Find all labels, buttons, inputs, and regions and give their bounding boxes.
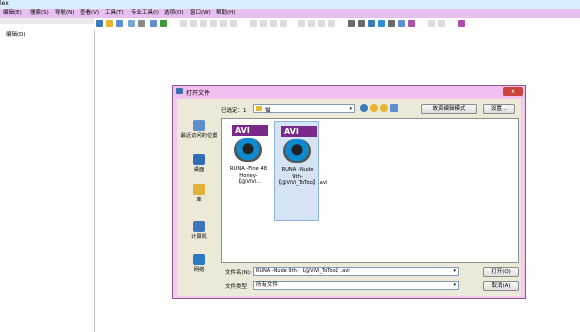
delete-icon[interactable] [230, 20, 237, 27]
filetype-value: 所有文件 [256, 282, 279, 288]
chevron-down-icon: ▾ [453, 282, 456, 288]
filename-value: RUNA -Nude 9th- 【@ViVi_ToToo】.avi [256, 268, 350, 274]
video-file-icon [283, 139, 311, 163]
place-label: 桌面 [193, 167, 205, 173]
help-icon[interactable] [428, 20, 435, 27]
menu-search[interactable]: 搜索(S) [30, 10, 49, 17]
place-label: 库 [196, 197, 202, 203]
dialog-body: 已选定：1 猫 ▾ 故资编辑模式 设置... 最近访问的位置 桌面 库 计算机 … [177, 99, 521, 296]
place-network[interactable]: 网络 [178, 254, 220, 273]
file-name: RUNA -Nude 9th- 【@ViVi_ToToo】.avi [276, 167, 328, 186]
save-icon[interactable] [116, 20, 123, 27]
menu-edit[interactable]: 编辑(E) [3, 10, 22, 17]
left-panel: 编辑(D) [0, 18, 95, 332]
redo-icon[interactable] [190, 20, 197, 27]
column-icon[interactable] [328, 20, 335, 27]
look-in-value: 猫 [265, 108, 271, 114]
desktop-icon [193, 154, 205, 165]
look-in-label: 已选定：1 [221, 108, 247, 114]
brush-icon[interactable] [458, 20, 465, 27]
menu-pro-tools[interactable]: 专业工具(I) [131, 10, 159, 17]
goto-icon[interactable] [280, 20, 287, 27]
indent-icon[interactable] [298, 20, 305, 27]
dialog-app-icon [176, 88, 183, 94]
replace-icon[interactable] [270, 20, 277, 27]
file-list[interactable]: AVI RUNA -Fine 48 Honey- 【@ViVi... AVI R… [221, 118, 519, 263]
settings-icon[interactable] [398, 20, 405, 27]
dialog-title-bar[interactable]: 打开文件 x [173, 86, 525, 98]
cut-icon[interactable] [200, 20, 207, 27]
dialog-title: 打开文件 [186, 90, 211, 97]
open-folder-icon[interactable] [106, 20, 113, 27]
find-prev-icon[interactable] [260, 20, 267, 27]
menu-navigate[interactable]: 导航(N) [55, 10, 74, 17]
script-icon[interactable] [358, 20, 365, 27]
title-bar: lex [0, 0, 580, 9]
place-libraries[interactable]: 库 [178, 184, 220, 203]
paste-icon[interactable] [220, 20, 227, 27]
new-file-icon[interactable] [96, 20, 103, 27]
menu-window[interactable]: 窗口(W) [190, 10, 211, 17]
video-file-icon [234, 138, 262, 162]
file-name: RUNA -Fine 48 Honey- 【@ViVi... [229, 166, 268, 185]
filename-label: 文件名(N): [225, 270, 252, 276]
cancel-button[interactable]: 取消(A) [483, 281, 519, 291]
recent-places-icon [193, 120, 205, 131]
close-icon[interactable]: x [503, 87, 523, 96]
computer-icon [193, 221, 205, 232]
menu-tools[interactable]: 工具(T) [105, 10, 124, 17]
toolbar [94, 18, 580, 30]
outdent-icon[interactable] [308, 20, 315, 27]
chevron-down-icon: ▾ [349, 106, 352, 112]
menu-bar: 编辑(E) 搜索(S) 导航(N) 查看(V) 工具(T) 专业工具(I) 选项… [0, 9, 580, 18]
find-icon[interactable] [160, 20, 167, 27]
network-icon [193, 254, 205, 265]
template-icon[interactable] [388, 20, 395, 27]
browser-icon[interactable] [378, 20, 385, 27]
look-in-select[interactable]: 猫 ▾ [253, 104, 355, 114]
tools-icon[interactable] [408, 20, 415, 27]
ftp-icon[interactable] [128, 20, 135, 27]
place-label: 最近访问的位置 [180, 133, 218, 139]
place-label: 网络 [193, 267, 205, 273]
back-icon[interactable] [360, 104, 368, 112]
open-button[interactable]: 打开(O) [483, 267, 519, 277]
view-menu-icon[interactable] [390, 104, 398, 112]
macro-icon[interactable] [348, 20, 355, 27]
settings-button[interactable]: 设置... [483, 104, 515, 114]
copy-icon[interactable] [210, 20, 217, 27]
undo-icon[interactable] [180, 20, 187, 27]
filetype-select[interactable]: 所有文件 ▾ [253, 281, 459, 290]
place-desktop[interactable]: 桌面 [178, 154, 220, 173]
left-panel-edit-item[interactable]: 编辑(D) [6, 30, 26, 38]
wrap-icon[interactable] [318, 20, 325, 27]
menu-options[interactable]: 选项(O) [164, 10, 184, 17]
place-recent[interactable]: 最近访问的位置 [178, 120, 220, 139]
filetype-label: 文件类型 [225, 284, 248, 290]
chevron-down-icon[interactable]: ▾ [453, 268, 456, 275]
folder-icon [256, 106, 262, 111]
avi-badge: AVI [281, 126, 317, 137]
menu-view[interactable]: 查看(V) [80, 10, 99, 17]
file-item[interactable]: AVI RUNA -Fine 48 Honey- 【@ViVi... [226, 121, 271, 221]
print-icon[interactable] [138, 20, 145, 27]
left-panel-header [0, 18, 94, 24]
avi-badge: AVI [232, 125, 268, 136]
filename-input[interactable]: RUNA -Nude 9th- 【@ViVi_ToToo】.avi ▾ [253, 267, 459, 276]
places-bar: 最近访问的位置 桌面 库 计算机 网络 [178, 118, 220, 283]
menu-help[interactable]: 帮助(H) [216, 10, 235, 17]
libraries-icon [193, 184, 205, 195]
file-item-selected[interactable]: AVI RUNA -Nude 9th- 【@ViVi_ToToo】.avi [274, 121, 328, 221]
about-icon[interactable] [438, 20, 445, 27]
view-mode-button[interactable]: 故资编辑模式 [421, 104, 477, 114]
place-computer[interactable]: 计算机 [178, 221, 220, 240]
refresh-icon[interactable] [150, 20, 157, 27]
find-next-icon[interactable] [250, 20, 257, 27]
place-label: 计算机 [191, 234, 207, 240]
new-folder-icon[interactable] [380, 104, 388, 112]
up-folder-icon[interactable] [370, 104, 378, 112]
open-file-dialog: 打开文件 x 已选定：1 猫 ▾ 故资编辑模式 设置... 最近访问的位置 桌面 [172, 85, 526, 299]
window-title: lex [0, 0, 9, 7]
compare-icon[interactable] [368, 20, 375, 27]
